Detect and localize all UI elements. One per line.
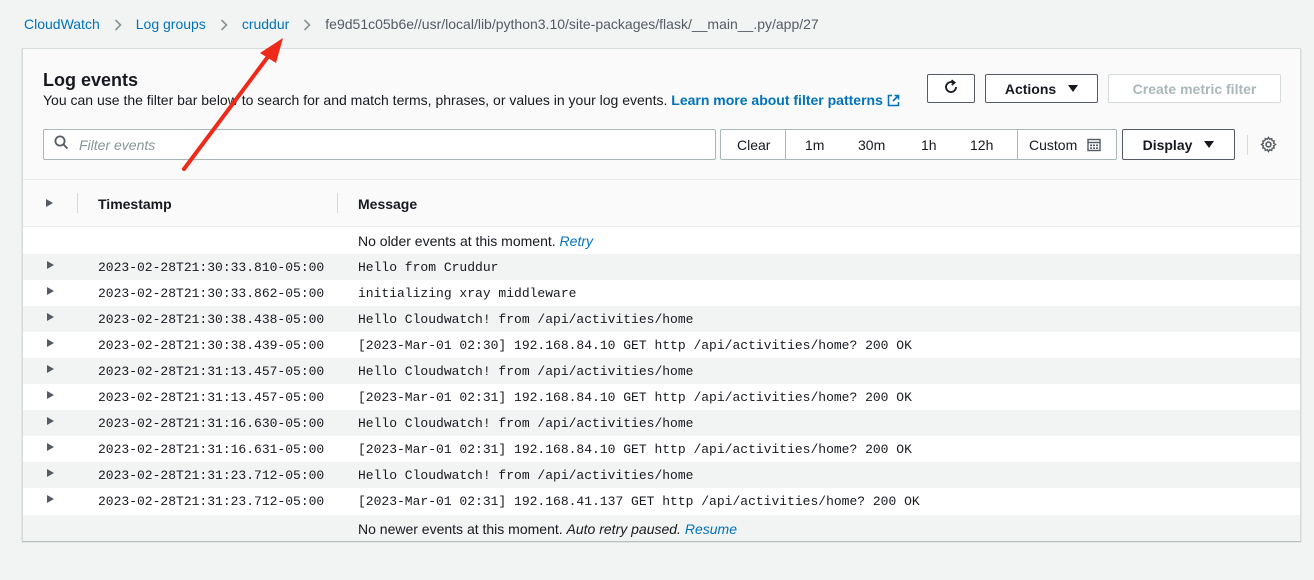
calendar-icon[interactable] [1087, 138, 1101, 157]
breadcrumb-current-log-stream: fe9d51c05b6e//usr/local/lib/python3.10/s… [325, 16, 819, 32]
row-message: Hello Cloudwatch! from /api/activities/h… [358, 364, 694, 379]
display-label: Display [1142, 136, 1193, 153]
divider [1247, 135, 1248, 155]
newer-events-text: No newer events at this moment. Auto ret… [358, 521, 737, 537]
actions-label: Actions [1004, 80, 1057, 97]
log-event-row[interactable]: 2023-02-28T21:31:16.631-05:00 [2023-Mar-0… [23, 436, 1300, 462]
range-1m-button[interactable]: 1m [805, 137, 824, 153]
older-events-message: No older events at this moment. [358, 233, 556, 249]
description-text: You can use the filter bar below to sear… [43, 92, 668, 108]
refresh-button[interactable] [927, 74, 975, 103]
create-metric-filter-button[interactable]: Create metric filter [1108, 74, 1281, 103]
log-event-row[interactable]: 2023-02-28T21:31:23.712-05:00 [2023-Mar-0… [23, 488, 1300, 514]
row-message: Hello Cloudwatch! from /api/activities/h… [358, 312, 694, 327]
expand-row-icon[interactable] [47, 443, 54, 451]
range-1h-button[interactable]: 1h [921, 137, 937, 153]
panel-description: You can use the filter bar below to sear… [43, 92, 900, 110]
expand-row-icon[interactable] [47, 365, 54, 373]
breadcrumb: CloudWatch Log groups cruddur fe9d51c05b… [24, 14, 819, 34]
external-link-icon [887, 94, 900, 110]
chevron-right-icon [289, 16, 325, 32]
expand-row-icon[interactable] [47, 339, 54, 347]
panel-title: Log events [43, 70, 139, 90]
breadcrumb-log-groups[interactable]: Log groups [136, 16, 206, 32]
divider [337, 193, 338, 213]
breadcrumb-log-group-cruddur[interactable]: cruddur [242, 16, 289, 32]
range-12h-button[interactable]: 12h [970, 137, 993, 153]
range-clear-button[interactable]: Clear [737, 137, 770, 153]
gear-icon[interactable] [1260, 136, 1277, 158]
log-event-row[interactable]: 2023-02-28T21:30:33.862-05:00 initializin… [23, 280, 1300, 306]
learn-more-label: Learn more about filter patterns [671, 92, 883, 108]
row-timestamp: 2023-02-28T21:31:13.457-05:00 [98, 364, 325, 379]
expand-row-icon[interactable] [47, 287, 54, 295]
row-message: Hello Cloudwatch! from /api/activities/h… [358, 468, 694, 483]
expand-row-icon[interactable] [47, 469, 54, 477]
chevron-right-icon [206, 16, 242, 32]
column-header-message[interactable]: Message [358, 196, 417, 212]
filter-events-field[interactable] [43, 129, 716, 160]
row-timestamp: 2023-02-28T21:30:38.438-05:00 [98, 312, 325, 327]
row-timestamp: 2023-02-28T21:30:33.810-05:00 [98, 260, 325, 275]
learn-more-link[interactable]: Learn more about filter patterns [671, 92, 900, 108]
log-event-row[interactable]: 2023-02-28T21:31:23.712-05:00 Hello Cloud… [23, 462, 1300, 488]
log-event-row[interactable]: 2023-02-28T21:31:13.457-05:00 Hello Cloud… [23, 358, 1300, 384]
filter-events-input[interactable] [79, 136, 679, 153]
expand-all-icon[interactable] [46, 199, 53, 207]
panel-header: Log events You can use the filter bar be… [23, 49, 1300, 180]
row-message: [2023-Mar-01 02:31] 192.168.41.137 GET h… [358, 494, 920, 509]
row-message: Hello Cloudwatch! from /api/activities/h… [358, 416, 694, 431]
log-event-row[interactable]: 2023-02-28T21:30:33.810-05:00 Hello from … [23, 254, 1300, 280]
refresh-icon [942, 78, 960, 99]
display-dropdown-button[interactable]: Display [1122, 129, 1235, 160]
breadcrumb-cloudwatch[interactable]: CloudWatch [24, 16, 100, 32]
row-timestamp: 2023-02-28T21:31:16.630-05:00 [98, 416, 325, 431]
caret-down-icon [1068, 85, 1079, 92]
actions-dropdown-button[interactable]: Actions [985, 74, 1098, 103]
row-message: [2023-Mar-01 02:31] 192.168.84.10 GET ht… [358, 442, 912, 457]
divider [785, 130, 786, 159]
auto-retry-status: Auto retry paused. [566, 521, 681, 537]
column-header-timestamp[interactable]: Timestamp [98, 196, 172, 212]
newer-events-row: No newer events at this moment. Auto ret… [23, 515, 1300, 541]
chevron-right-icon [100, 16, 136, 32]
time-range-selector: Clear 1m 30m 1h 12h Custom [720, 129, 1117, 160]
log-event-row[interactable]: 2023-02-28T21:31:16.630-05:00 Hello Cloud… [23, 410, 1300, 436]
divider [1017, 130, 1018, 159]
table-header: Timestamp Message [23, 180, 1300, 227]
expand-row-icon[interactable] [47, 495, 54, 503]
expand-row-icon[interactable] [47, 313, 54, 321]
resume-link[interactable]: Resume [685, 521, 737, 537]
expand-row-icon[interactable] [47, 261, 54, 269]
row-message: [2023-Mar-01 02:30] 192.168.84.10 GET ht… [358, 338, 912, 353]
row-timestamp: 2023-02-28T21:31:23.712-05:00 [98, 468, 325, 483]
range-custom-button[interactable]: Custom [1029, 137, 1077, 153]
row-timestamp: 2023-02-28T21:30:33.862-05:00 [98, 286, 325, 301]
row-timestamp: 2023-02-28T21:30:38.439-05:00 [98, 338, 325, 353]
expand-row-icon[interactable] [47, 417, 54, 425]
log-event-rows: 2023-02-28T21:30:33.810-05:00 Hello from … [23, 254, 1300, 514]
expand-row-icon[interactable] [47, 391, 54, 399]
log-event-row[interactable]: 2023-02-28T21:31:13.457-05:00 [2023-Mar-0… [23, 384, 1300, 410]
row-message: initializing xray middleware [358, 286, 577, 301]
search-icon [54, 135, 69, 155]
log-event-row[interactable]: 2023-02-28T21:30:38.439-05:00 [2023-Mar-0… [23, 332, 1300, 358]
newer-events-message: No newer events at this moment. [358, 521, 563, 537]
log-event-row[interactable]: 2023-02-28T21:30:38.438-05:00 Hello Cloud… [23, 306, 1300, 332]
row-timestamp: 2023-02-28T21:31:16.631-05:00 [98, 442, 325, 457]
divider [77, 193, 78, 213]
older-events-row: No older events at this moment. Retry [23, 228, 1300, 254]
row-timestamp: 2023-02-28T21:31:23.712-05:00 [98, 494, 325, 509]
range-30m-button[interactable]: 30m [858, 137, 885, 153]
log-events-panel: Log events You can use the filter bar be… [22, 48, 1301, 541]
row-message: [2023-Mar-01 02:31] 192.168.84.10 GET ht… [358, 390, 912, 405]
retry-link[interactable]: Retry [560, 233, 593, 249]
older-events-text: No older events at this moment. Retry [358, 233, 593, 249]
caret-down-icon [1204, 141, 1215, 148]
row-message: Hello from Cruddur [358, 260, 499, 275]
row-timestamp: 2023-02-28T21:31:13.457-05:00 [98, 390, 325, 405]
